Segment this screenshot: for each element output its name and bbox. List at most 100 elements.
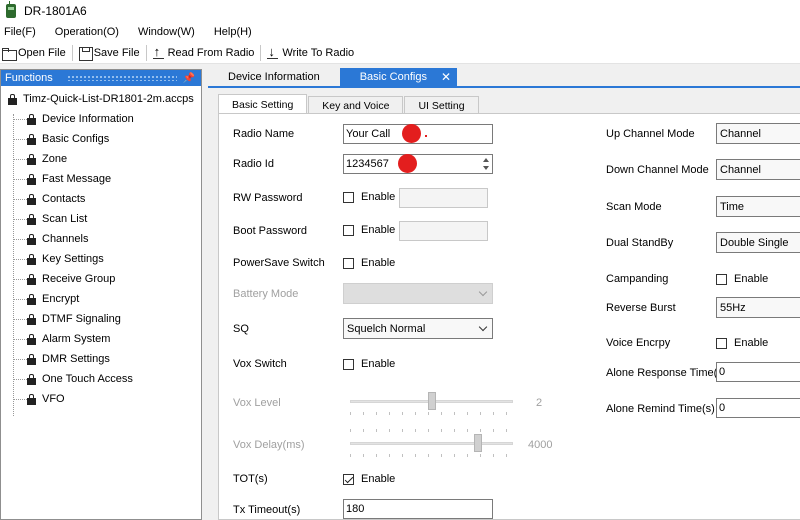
alone-response-time-input[interactable]: 0 (716, 362, 800, 382)
tab-device-information[interactable]: Device Information (208, 68, 340, 86)
active-tab-strip (208, 86, 800, 88)
tab-basic-configs[interactable]: Basic Configs ✕ (339, 68, 458, 86)
dual-standby-select[interactable]: Double Single (716, 232, 800, 253)
checkbox-label: Enable (361, 191, 396, 203)
tree-item-vfo[interactable]: VFO (1, 389, 201, 409)
chevron-down-icon (478, 322, 488, 332)
tree-item-label: Contacts (42, 193, 86, 205)
campanding-label: Campanding (606, 273, 669, 285)
alone-remind-time-input[interactable]: 0 (716, 398, 800, 418)
tree-item-dtmf-signaling[interactable]: DTMF Signaling (1, 309, 201, 329)
lock-icon (27, 113, 36, 125)
tree-item-channels[interactable]: Channels (1, 229, 201, 249)
tab-basic-setting[interactable]: Basic Setting (218, 94, 308, 114)
tab-label: Device Information (228, 71, 320, 83)
chevron-down-icon (478, 287, 488, 297)
upload-arrow-icon (152, 44, 166, 60)
slider-thumb (474, 434, 482, 452)
document-tabs: Device Information Basic Configs ✕ (208, 68, 800, 86)
tree-line (13, 358, 27, 360)
radio-id-value: 1234567 (346, 158, 389, 170)
open-file-button[interactable]: Open File (0, 43, 69, 63)
read-from-radio-label: Read From Radio (167, 46, 255, 59)
radio-id-spinner[interactable] (480, 156, 491, 172)
tree-item-label: DTMF Signaling (42, 313, 121, 325)
write-to-radio-label: Write To Radio (282, 46, 355, 59)
pin-icon[interactable]: 📌 (183, 73, 195, 84)
tree-item-label: Encrypt (42, 293, 80, 305)
tab-label: Basic Configs (359, 71, 427, 83)
tree-item-label: Key Settings (42, 253, 104, 265)
close-icon[interactable]: ✕ (441, 70, 451, 84)
powersave-enable-checkbox[interactable]: Enable (343, 257, 395, 269)
voice-encrypt-enable-checkbox[interactable]: Enable (716, 337, 768, 349)
tree-item-one-touch-access[interactable]: One Touch Access (1, 369, 201, 389)
slider-thumb (428, 392, 436, 410)
save-file-button[interactable]: Save File (76, 43, 143, 63)
tree-item-encrypt[interactable]: Encrypt (1, 289, 201, 309)
tree-item-device-information[interactable]: Device Information (1, 109, 201, 129)
tree-line (13, 378, 27, 380)
lock-icon (27, 273, 36, 285)
scan-mode-label: Scan Mode (606, 201, 662, 213)
annotation-red-dot (402, 124, 421, 143)
save-file-label: Save File (93, 46, 140, 59)
tree-item-alarm-system[interactable]: Alarm System (1, 329, 201, 349)
spin-up-icon[interactable] (482, 158, 489, 162)
tree-root-file[interactable]: Timz-Quick-List-DR1801-2m.accps (1, 89, 201, 109)
reverse-burst-select[interactable]: 55Hz (716, 297, 800, 318)
tree-item-scan-list[interactable]: Scan List (1, 209, 201, 229)
scan-mode-select[interactable]: Time (716, 196, 800, 217)
up-channel-mode-select[interactable]: Channel (716, 123, 800, 144)
tree-item-label: Alarm System (42, 333, 111, 345)
menu-operation[interactable]: Operation(O) (51, 26, 126, 38)
menu-file[interactable]: File(F) (0, 26, 43, 38)
tab-ui-setting[interactable]: UI Setting (404, 96, 479, 114)
radio-id-input[interactable]: 1234567 (343, 154, 493, 174)
tree-line (13, 298, 27, 300)
up-channel-mode-label: Up Channel Mode (606, 128, 695, 140)
tree-item-label: Zone (42, 153, 68, 165)
campanding-enable-checkbox[interactable]: Enable (716, 273, 768, 285)
down-channel-mode-select[interactable]: Channel (716, 159, 800, 180)
lock-icon (27, 153, 36, 165)
menu-window[interactable]: Window(W) (134, 26, 202, 38)
functions-title: Functions (5, 72, 53, 84)
sq-select[interactable]: Squelch Normal (343, 318, 493, 339)
sub-tabs: Basic Setting Key and Voice UI Setting (218, 94, 480, 114)
tree-item-dmr-settings[interactable]: DMR Settings (1, 349, 201, 369)
tot-label: TOT(s) (233, 473, 268, 485)
title-bar: DR-1801A6 (0, 0, 800, 22)
menu-help[interactable]: Help(H) (210, 26, 259, 38)
vox-switch-enable-checkbox[interactable]: Enable (343, 358, 395, 370)
tree-item-contacts[interactable]: Contacts (1, 189, 201, 209)
tree-item-zone[interactable]: Zone (1, 149, 201, 169)
slider-track (350, 442, 513, 445)
checkbox-label: Enable (361, 257, 396, 269)
battery-mode-select (343, 283, 493, 304)
tree-item-basic-configs[interactable]: Basic Configs (1, 129, 201, 149)
radio-name-label: Radio Name (233, 128, 295, 140)
read-from-radio-button[interactable]: Read From Radio (150, 43, 258, 63)
rw-password-enable-checkbox[interactable]: Enable (343, 191, 395, 203)
spin-down-icon[interactable] (482, 166, 489, 170)
vox-level-slider (350, 392, 513, 415)
tree-item-key-settings[interactable]: Key Settings (1, 249, 201, 269)
tab-key-and-voice[interactable]: Key and Voice (308, 96, 404, 114)
checkbox-label: Enable (734, 273, 769, 285)
write-to-radio-button[interactable]: Write To Radio (264, 43, 357, 63)
lock-icon (27, 293, 36, 305)
open-file-label: Open File (18, 46, 66, 59)
boot-password-enable-checkbox[interactable]: Enable (343, 224, 395, 236)
basic-setting-panel (218, 113, 800, 520)
tree-item-receive-group[interactable]: Receive Group (1, 269, 201, 289)
tx-timeout-input[interactable]: 180 (343, 499, 493, 519)
toolbar-separator (71, 44, 73, 61)
functions-panel-header: Functions 📌 (1, 70, 201, 86)
vox-delay-slider (350, 429, 513, 457)
toolbar: Open File Save File Read From Radio Writ… (0, 42, 800, 64)
toolbar-separator (145, 44, 147, 61)
tree-item-fast-message[interactable]: Fast Message (1, 169, 201, 189)
tree-line (13, 398, 27, 400)
tot-enable-checkbox[interactable]: Enable (343, 473, 395, 485)
